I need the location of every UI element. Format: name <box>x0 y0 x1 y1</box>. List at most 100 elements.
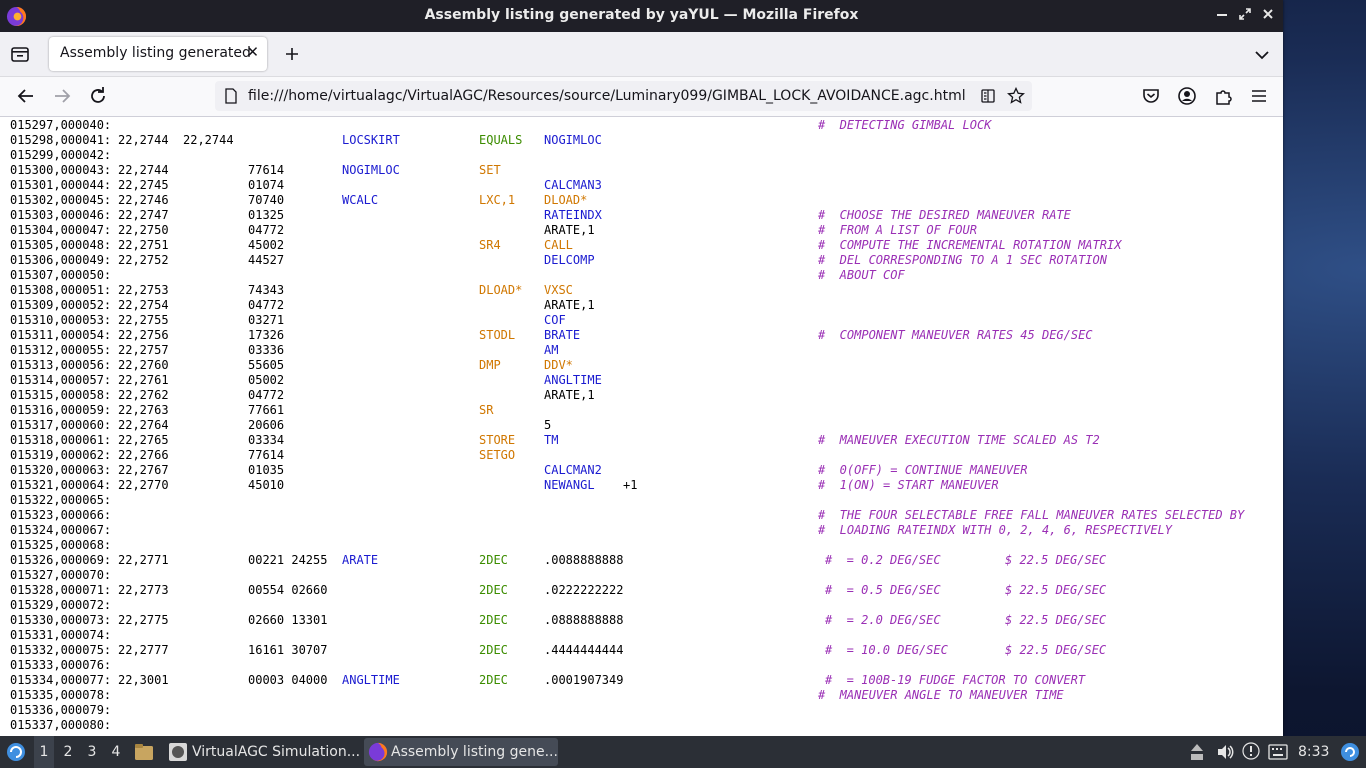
line-number: 015307,000050: <box>10 268 112 282</box>
comment: # 0(OFF) = CONTINUE MANEUVER <box>818 463 1028 477</box>
listing-line: 015313,000056: 22,2760 55605 DMP DDV* <box>10 358 1270 373</box>
opcode: 2DEC <box>479 553 508 567</box>
comment: # FROM A LIST OF FOUR <box>818 223 977 237</box>
listing-line: 015311,000054: 22,2756 17326 STODL BRATE # CO… <box>10 328 1270 343</box>
operand: DDV* <box>544 358 573 372</box>
forward-arrow-icon[interactable] <box>51 85 73 107</box>
workspace-2[interactable]: 2 <box>60 736 76 768</box>
account-icon[interactable] <box>1176 85 1198 107</box>
address: 22,2773 <box>118 583 169 597</box>
keyboard-icon[interactable] <box>1268 743 1288 761</box>
address: 22,2761 <box>118 373 169 387</box>
maximize-button[interactable] <box>1235 6 1255 26</box>
start-menu-icon[interactable] <box>5 741 27 763</box>
octal-code: 04772 <box>248 298 285 312</box>
new-tab-button[interactable] <box>282 42 302 66</box>
workspace-4[interactable]: 4 <box>108 736 124 768</box>
back-arrow-icon[interactable] <box>15 85 37 107</box>
file-manager-icon[interactable] <box>134 743 154 761</box>
workspace-3[interactable]: 3 <box>84 736 100 768</box>
operand: COF <box>544 313 566 327</box>
comment: # = 2.0 DEG/SEC <box>825 613 941 627</box>
line-number: 015333,000076: <box>10 658 112 672</box>
firefox-window: Assembly listing generated by yaYUL — Mo… <box>0 0 1283 736</box>
line-number: 015329,000072: <box>10 598 112 612</box>
hamburger-menu-icon[interactable] <box>1248 85 1270 107</box>
address: 22,2744 <box>118 163 169 177</box>
listing-line: 015334,000077: 22,3001 00003 04000 ANGLTIME… <box>10 673 1270 688</box>
listing-line: 015322,000065: <box>10 493 1270 508</box>
address: 22,2765 <box>118 433 169 447</box>
symbol-label: NOGIMLOC <box>342 163 400 177</box>
task-firefox[interactable]: Assembly listing gene... <box>364 738 558 766</box>
address: 22,2745 <box>118 178 169 192</box>
operand: VXSC <box>544 283 573 297</box>
line-number: 015297,000040: <box>10 118 112 132</box>
tab-label: Assembly listing generated <box>60 45 251 61</box>
clock[interactable]: 8:33 <box>1298 736 1332 768</box>
listing-line: 015330,000073: 22,2775 02660 13301 2DEC .088… <box>10 613 1270 628</box>
task-virtualagc[interactable]: VirtualAGC Simulation... <box>164 738 360 766</box>
minimize-icon <box>1217 14 1227 16</box>
task-label: Assembly listing gene... <box>391 744 558 760</box>
extensions-puzzle-icon[interactable] <box>1212 85 1234 107</box>
octal-code: 45002 <box>248 238 285 252</box>
pocket-icon[interactable] <box>1140 85 1162 107</box>
octal-code: 03334 <box>248 433 285 447</box>
listing-line: 015306,000049: 22,2752 44527 DELCOMP # DEL C… <box>10 253 1270 268</box>
listing-line: 015319,000062: 22,2766 77614 SETGO <box>10 448 1270 463</box>
listing-line: 015312,000055: 22,2757 03336 AM <box>10 343 1270 358</box>
listing-line: 015320,000063: 22,2767 01035 CALCMAN2 # 0(OF… <box>10 463 1270 478</box>
title-bar[interactable]: Assembly listing generated by yaYUL — Mo… <box>0 0 1283 32</box>
listing-line: 015324,000067: # LOADING RATEINDX WITH 0,… <box>10 523 1270 538</box>
reload-icon[interactable] <box>87 85 109 107</box>
operand-offset: +1 <box>623 478 638 492</box>
clipboard-icon[interactable] <box>1190 743 1204 761</box>
listing-line: 015309,000052: 22,2754 04772 ARATE,1 <box>10 298 1270 313</box>
octal-code: 00003 04000 <box>248 673 328 687</box>
address: 22,2777 <box>118 643 169 657</box>
octal-code: 77614 <box>248 163 285 177</box>
show-desktop-icon[interactable] <box>1340 742 1360 762</box>
network-alert-icon[interactable] <box>1242 742 1260 760</box>
operand: .0001907349 <box>544 673 624 687</box>
url-bar[interactable]: file:///home/virtualagc/VirtualAGC/Resou… <box>215 81 1032 111</box>
line-number: 015337,000080: <box>10 718 112 732</box>
workspace-1[interactable]: 1 <box>34 736 54 768</box>
listing-line: 015310,000053: 22,2755 03271 COF <box>10 313 1270 328</box>
line-number: 015322,000065: <box>10 493 112 507</box>
volume-icon[interactable] <box>1216 743 1234 761</box>
minimize-button[interactable] <box>1212 6 1232 26</box>
bookmark-star-icon[interactable] <box>1007 87 1025 105</box>
opcode: 2DEC <box>479 673 508 687</box>
line-number: 015313,000056: <box>10 358 112 372</box>
tab-list-icon[interactable] <box>8 42 32 66</box>
address: 22,2744 <box>118 133 169 147</box>
listing-line: 015332,000075: 22,2777 16161 30707 2DEC .444… <box>10 643 1270 658</box>
address: 22,2757 <box>118 343 169 357</box>
url-text[interactable]: file:///home/virtualagc/VirtualAGC/Resou… <box>248 88 966 104</box>
tab-close-icon[interactable]: ✕ <box>246 43 259 61</box>
line-number: 015309,000052: <box>10 298 112 312</box>
line-number: 015298,000041: <box>10 133 112 147</box>
listing-line: 015336,000079: <box>10 703 1270 718</box>
octal-code: 45010 <box>248 478 285 492</box>
operand: DLOAD* <box>544 193 588 207</box>
listing-line: 015335,000078: # MANEUVER ANGLE TO MANEUV… <box>10 688 1270 703</box>
listing-line: 015327,000070: <box>10 568 1270 583</box>
line-number: 015305,000048: <box>10 238 112 252</box>
octal-code: 01074 <box>248 178 285 192</box>
line-number: 015328,000071: <box>10 583 112 597</box>
opcode: SR <box>479 403 494 417</box>
close-window-button[interactable] <box>1258 6 1278 26</box>
listing-line: 015317,000060: 22,2764 20606 5 <box>10 418 1270 433</box>
reader-view-icon[interactable] <box>980 88 996 104</box>
tab-assembly-listing[interactable]: Assembly listing generated ✕ <box>49 37 267 71</box>
listing-line: 015328,000071: 22,2773 00554 02660 2DEC .022… <box>10 583 1270 598</box>
line-number: 015332,000075: <box>10 643 112 657</box>
operand: ARATE,1 <box>544 223 595 237</box>
address: 22,2764 <box>118 418 169 432</box>
listing-line: 015337,000080: <box>10 718 1270 733</box>
comment: # = 0.5 DEG/SEC <box>825 583 941 597</box>
list-all-tabs-chevron-down-icon[interactable] <box>1252 45 1272 65</box>
